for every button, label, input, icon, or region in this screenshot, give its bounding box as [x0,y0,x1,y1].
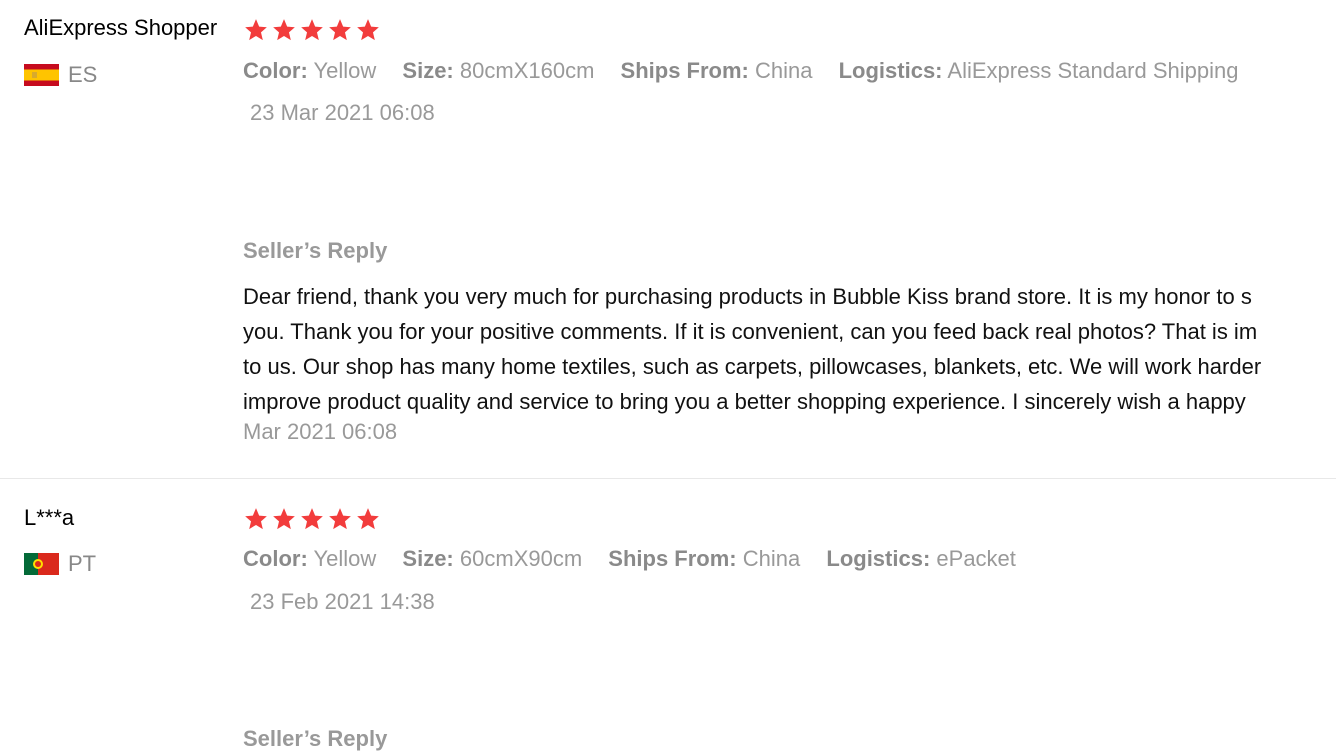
star-icon [329,508,351,530]
star-icon [329,19,351,41]
star-icon [273,508,295,530]
review-date: 23 Feb 2021 14:38 [250,589,435,614]
portugal-flag-icon [24,553,59,575]
attr-ships-from: Ships From: China [620,58,813,83]
star-rating [243,506,381,532]
seller-reply-title: Seller’s Reply [243,238,388,263]
star-icon [357,508,379,530]
reply-line: Dear friend, thank you very much for pur… [243,284,1252,309]
seller-reply-title: Seller’s Reply [243,726,388,751]
reviewer-country: PT [24,551,96,577]
attr-ships-from: Ships From: China [608,546,801,571]
review-item: L***a PT Color: Yellow Size: 60cmX90cm S… [0,478,1336,752]
star-icon [245,508,267,530]
reply-line: you. Thank you for your positive comment… [243,319,1258,344]
country-code: ES [68,62,98,87]
star-icon [357,19,379,41]
country-code: PT [68,551,97,576]
attr-logistics: Logistics: ePacket [826,546,1016,571]
seller-reply-text: Dear friend, thank you very much for pur… [243,279,1336,419]
product-attributes: Color: Yellow Size: 60cmX90cm Ships From… [243,546,1036,572]
reply-line: improve product quality and service to b… [243,389,1246,414]
star-rating [243,17,381,43]
star-icon [301,508,323,530]
review-item: AliExpress Shopper ES Color: Yellow Size… [0,0,1336,478]
attr-logistics: Logistics: AliExpress Standard Shipping [838,58,1239,83]
seller-reply-date: Mar 2021 06:08 [243,419,398,444]
spain-flag-icon [24,64,59,86]
attr-size: Size: 80cmX160cm [402,58,595,83]
attr-size: Size: 60cmX90cm [402,546,583,571]
attr-color: Color: Yellow [243,546,377,571]
star-icon [301,19,323,41]
star-icon [273,19,295,41]
reply-line: to us. Our shop has many home textiles, … [243,354,1262,379]
review-date: 23 Mar 2021 06:08 [250,100,435,125]
attr-color: Color: Yellow [243,58,377,83]
reviewer-name: AliExpress Shopper [24,15,218,40]
product-attributes: Color: Yellow Size: 80cmX160cm Ships Fro… [243,58,1258,84]
star-icon [245,19,267,41]
reviewer-name: L***a [24,505,75,530]
reviewer-country: ES [24,62,97,88]
